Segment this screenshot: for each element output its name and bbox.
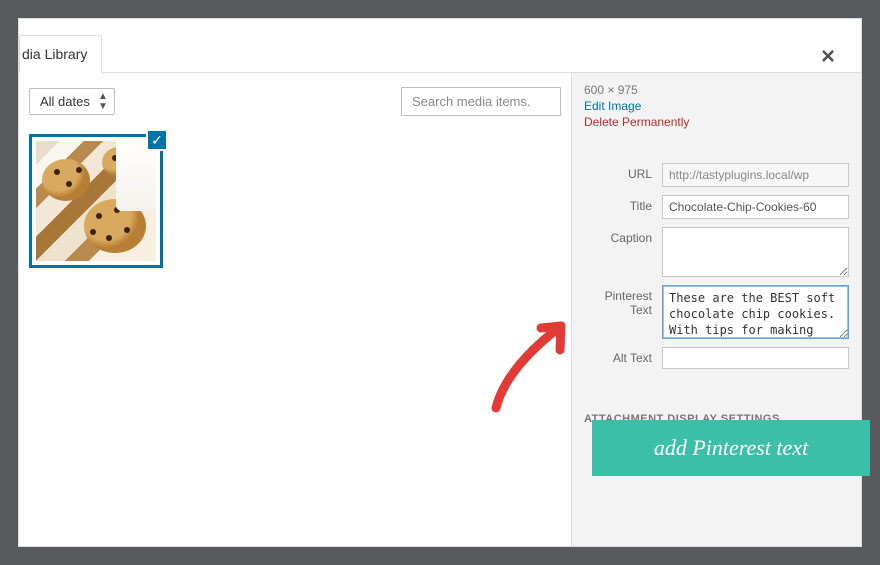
check-icon: ✓: [146, 129, 168, 151]
thumbnail-image: [36, 141, 156, 261]
url-label: URL: [584, 163, 662, 181]
search-input[interactable]: Search media items.: [401, 87, 561, 116]
date-filter-value: All dates: [40, 94, 90, 109]
edit-image-link[interactable]: Edit Image: [584, 99, 849, 113]
library-toolbar: All dates ▲▼ Search media items.: [29, 87, 561, 116]
alt-text-field[interactable]: [662, 347, 849, 369]
image-dimensions: 600 × 975: [584, 83, 849, 97]
chevron-updown-icon: ▲▼: [98, 92, 108, 112]
date-filter-select[interactable]: All dates ▲▼: [29, 88, 115, 115]
url-field[interactable]: http://tastyplugins.local/wp: [662, 163, 849, 187]
tab-media-library[interactable]: dia Library: [19, 35, 102, 73]
caption-label: Caption: [584, 227, 662, 245]
annotation-banner: add Pinterest text: [592, 420, 870, 476]
title-field[interactable]: Chocolate-Chip-Cookies-60: [662, 195, 849, 219]
pinterest-text-label: Pinterest Text: [584, 285, 662, 317]
pinterest-text-field[interactable]: [662, 285, 849, 339]
alt-text-label: Alt Text: [584, 347, 662, 365]
media-thumbnail-selected[interactable]: ✓: [29, 134, 163, 268]
media-library-panel: All dates ▲▼ Search media items.: [19, 73, 571, 546]
title-label: Title: [584, 195, 662, 213]
close-icon[interactable]: ×: [821, 45, 835, 69]
caption-field[interactable]: [662, 227, 849, 277]
delete-permanently-link[interactable]: Delete Permanently: [584, 115, 849, 129]
tab-strip: dia Library: [19, 19, 861, 73]
